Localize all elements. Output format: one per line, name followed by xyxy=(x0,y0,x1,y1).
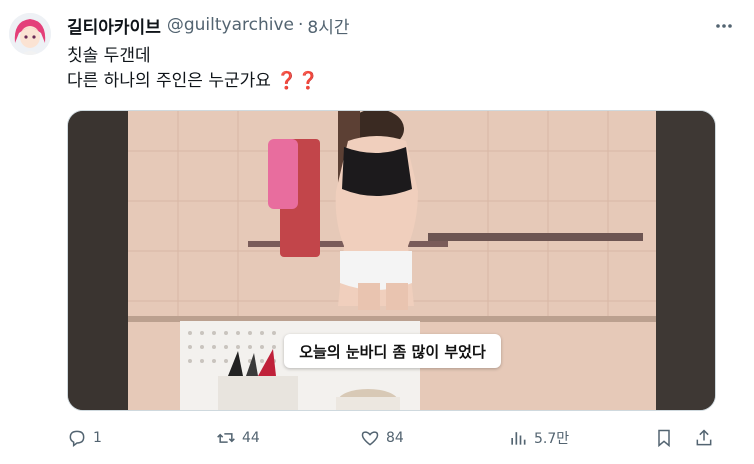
tweet-line-2: 다른 하나의 주인은 누군가요 ❓❓ xyxy=(67,69,319,94)
heart-icon xyxy=(361,431,379,446)
retweet-button[interactable]: 44 xyxy=(216,425,260,451)
tweet-line-2-text: 다른 하나의 주인은 누군가요 xyxy=(67,71,271,91)
retweet-count: 44 xyxy=(242,430,260,446)
reply-button[interactable]: 1 xyxy=(67,425,102,451)
reply-icon xyxy=(69,430,85,447)
timestamp[interactable]: 8시간 xyxy=(307,13,349,38)
action-bar: 1 44 84 5.7만 xyxy=(67,425,734,451)
more-options-button[interactable] xyxy=(712,14,736,38)
author-handle[interactable]: @guiltyarchive xyxy=(167,15,294,35)
separator-dot: · xyxy=(297,15,304,35)
tweet-media[interactable]: 오늘의 눈바디 좀 많이 부었다 xyxy=(67,110,716,411)
question-marks-emoji: ❓❓ xyxy=(276,71,319,91)
more-icon xyxy=(716,24,732,28)
like-count: 84 xyxy=(386,430,404,446)
tweet-header: 길티아카이브 @guiltyarchive · 8시간 xyxy=(67,12,714,38)
views-count: 5.7만 xyxy=(534,431,570,447)
avatar-image xyxy=(9,13,51,55)
share-icon xyxy=(696,429,712,446)
bookmark-icon xyxy=(658,429,670,448)
tweet-line-1: 칫솔 두갠데 xyxy=(67,46,151,66)
share-button[interactable] xyxy=(694,425,714,451)
author-name[interactable]: 길티아카이브 xyxy=(67,13,161,38)
views-chart-icon xyxy=(511,432,526,445)
tweet-text: 칫솔 두갠데 다른 하나의 주인은 누군가요 ❓❓ xyxy=(67,44,319,94)
views-button[interactable]: 5.7만 xyxy=(508,425,569,451)
media-caption: 오늘의 눈바디 좀 많이 부었다 xyxy=(284,334,501,368)
reply-count: 1 xyxy=(93,430,102,446)
bookmark-button[interactable] xyxy=(654,425,674,451)
avatar[interactable] xyxy=(9,13,51,55)
like-button[interactable]: 84 xyxy=(360,425,404,451)
retweet-icon xyxy=(217,433,235,443)
